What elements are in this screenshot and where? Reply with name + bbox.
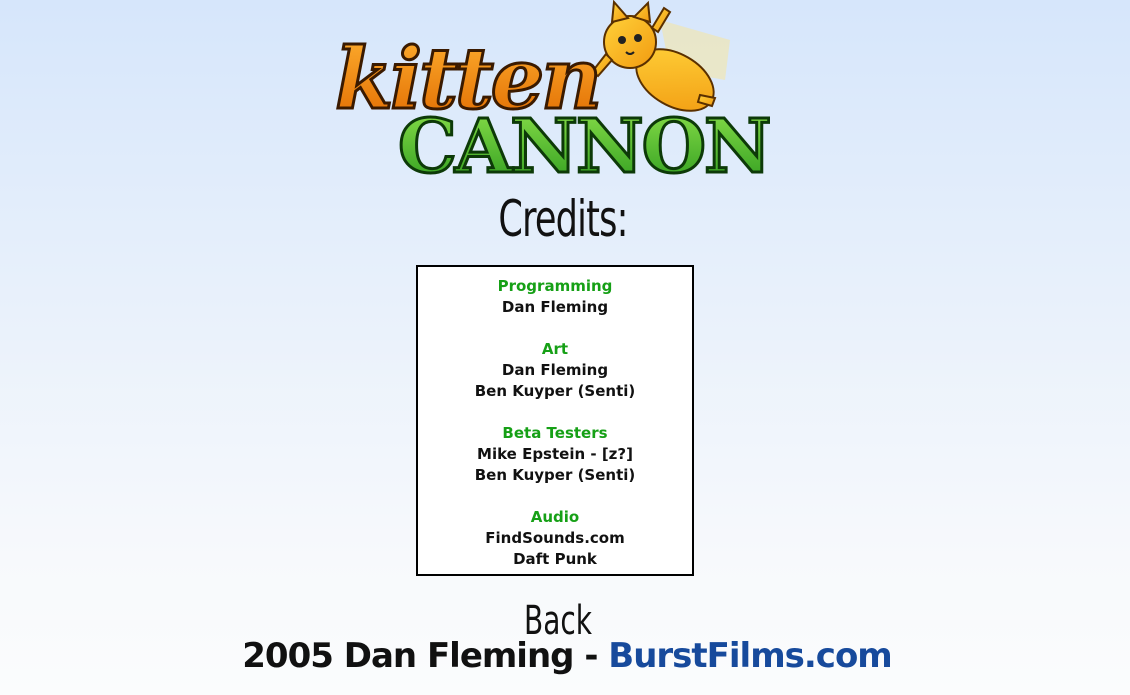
burstfilms-link[interactable]: BurstFilms.com — [608, 636, 892, 676]
credits-name: Mike Epstein - [z?] — [477, 445, 633, 463]
logo-cannon-text: CANNON — [398, 104, 770, 185]
credits-name: FindSounds.com — [485, 529, 625, 547]
credits-section: Art Dan Fleming Ben Kuyper (Senti) — [418, 339, 692, 402]
credits-name: Ben Kuyper (Senti) — [474, 466, 636, 484]
footer: 2005 Dan Fleming - BurstFilms.com — [0, 636, 1130, 676]
credits-box: Programming Dan Fleming Art Dan Fleming Ben … — [416, 265, 694, 576]
credits-name: Ben Kuyper (Senti) — [474, 382, 636, 400]
credits-section: Beta Testers Mike Epstein - [z?] Ben Kuype… — [418, 423, 692, 486]
credits-heading: Audio — [530, 508, 580, 526]
credits-heading: Art — [541, 340, 569, 358]
credits-title: Credits: — [498, 190, 628, 248]
credits-section: Programming Dan Fleming — [418, 276, 692, 318]
credits-heading: Programming — [497, 277, 613, 295]
credits-name: Daft Punk — [513, 550, 597, 568]
credits-name: Dan Fleming — [501, 298, 609, 316]
footer-copyright: 2005 Dan Fleming - — [242, 636, 609, 676]
credits-section: Audio FindSounds.com Daft Punk — [418, 507, 692, 570]
credits-heading: Beta Testers — [502, 424, 608, 442]
credits-name: Dan Fleming — [501, 361, 609, 379]
kitten-cannon-logo: kitten CANNON — [334, 0, 770, 185]
